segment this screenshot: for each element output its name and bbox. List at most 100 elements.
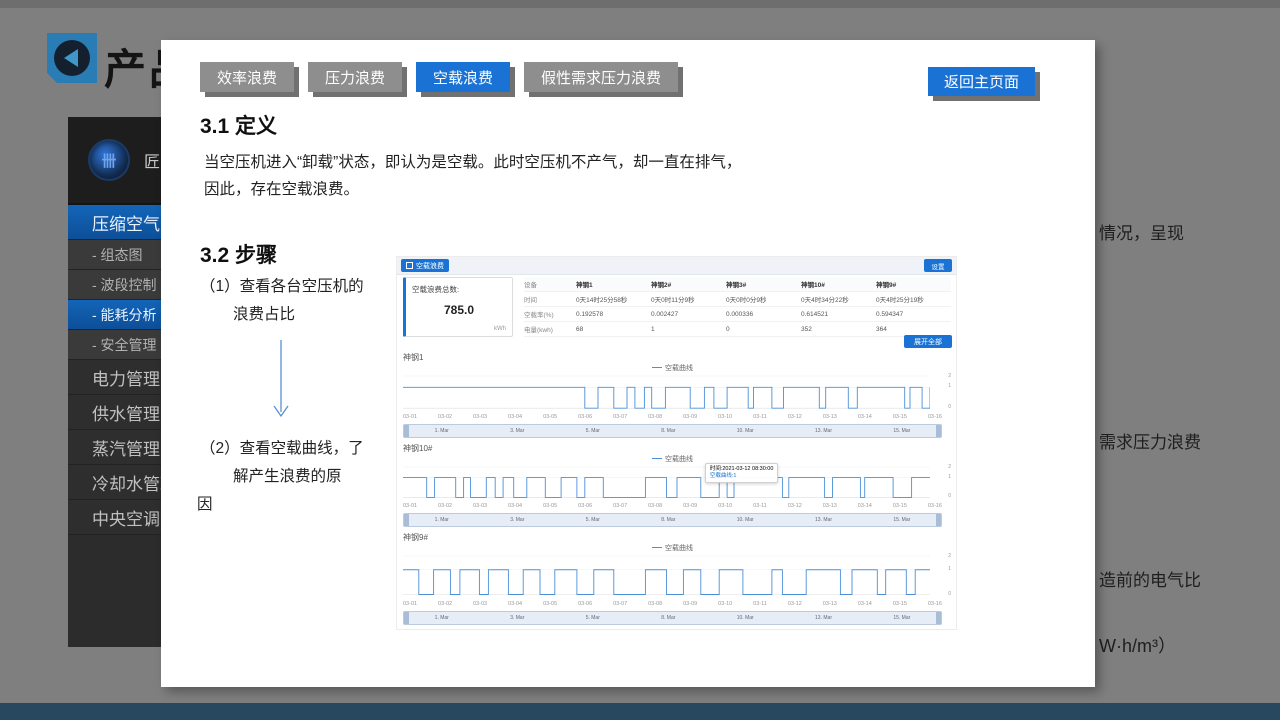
y-axis-tick: 1: [948, 475, 951, 480]
chart-legend[interactable]: 空载曲线: [403, 544, 942, 554]
logo-icon: 卌: [88, 139, 130, 181]
datazoom-label: 3. Mar: [510, 428, 524, 434]
tab-efficiency-waste[interactable]: 效率浪费: [200, 62, 294, 92]
settings-button[interactable]: 设置: [924, 259, 952, 272]
bottom-bar: [0, 703, 1280, 720]
datazoom-label: 15. Mar: [893, 428, 910, 434]
x-axis-tick: 03-07: [613, 502, 627, 510]
screen: 产品 卌 匠 压缩空气 - 组态图 - 波段控制 - 能耗分析 - 安全管理 电…: [0, 0, 1280, 720]
dashboard-header: 空载浪费 设置: [397, 257, 956, 275]
datazoom-label: 8. Mar: [661, 517, 675, 523]
datazoom-label: 8. Mar: [661, 428, 675, 434]
table-cell: 0.000336: [726, 311, 801, 318]
legend-line-icon: [652, 547, 662, 548]
overlay-panel: 效率浪费 压力浪费 空载浪费 假性需求压力浪费 返回主页面 3.1 定义 当空压…: [161, 40, 1095, 687]
y-axis-tick: 1: [948, 384, 951, 389]
datazoom-label: 10. Mar: [737, 517, 754, 523]
legend-line-icon: [652, 367, 662, 368]
table-cell: 0天0时0分9秒: [726, 294, 801, 304]
datazoom-label: 13. Mar: [815, 428, 832, 434]
x-axis-tick: 03-10: [718, 600, 732, 608]
x-axis: 03-0103-0203-0303-0403-0503-0603-0703-08…: [403, 600, 942, 608]
back-arrow-circle: [54, 40, 90, 76]
section-heading-steps: 3.2 步骤: [200, 239, 277, 269]
x-axis-tick: 03-02: [438, 600, 452, 608]
x-axis-tick: 03-11: [753, 502, 767, 510]
back-arrow-icon[interactable]: [47, 33, 97, 83]
x-axis-tick: 03-09: [683, 502, 697, 510]
datazoom-label: 1. Mar: [435, 517, 449, 523]
table-cell: 0.192578: [576, 311, 651, 318]
legend-label: 空载曲线: [665, 365, 693, 372]
datazoom-label: 10. Mar: [737, 428, 754, 434]
unload-curve-chart: 神钢1空载曲线21003-0103-0203-0303-0403-0503-06…: [397, 352, 956, 438]
unload-curve-chart: 神钢9#空载曲线21003-0103-0203-0303-0403-0503-0…: [397, 532, 956, 625]
table-row: 时间 0天14时25分58秒 0天0时11分9秒 0天0时0分9秒 0天4时34…: [524, 292, 951, 307]
y-axis-tick: 2: [948, 554, 951, 559]
table-cell: 时间: [524, 294, 576, 304]
dashboard-screenshot: 空载浪费 设置 空载浪费总数: 785.0 kWh 设备 神钢1 神钢2# 神钢…: [396, 256, 957, 630]
unload-waste-total-card: 空载浪费总数: 785.0 kWh: [403, 277, 513, 337]
x-axis-tick: 03-03: [473, 502, 487, 510]
return-main-page-button[interactable]: 返回主页面: [928, 67, 1035, 96]
table-cell: 0天14时25分58秒: [576, 294, 651, 304]
x-axis-tick: 03-16: [928, 600, 942, 608]
y-axis-tick: 2: [948, 374, 951, 379]
x-axis-tick: 03-02: [438, 502, 452, 510]
datazoom-label: 15. Mar: [893, 615, 910, 621]
unload-waste-badge: 空载浪费: [401, 259, 449, 272]
expand-all-button[interactable]: 展开全部: [904, 335, 952, 348]
background-text-fragment: 情况，呈现: [1099, 219, 1184, 244]
table-cell: 空载率(%): [524, 309, 576, 319]
x-axis-tick: 03-08: [648, 600, 662, 608]
step2-text-line2: 解产生浪费的原: [233, 464, 342, 486]
table-cell: 352: [801, 326, 876, 333]
x-axis-tick: 03-15: [893, 502, 907, 510]
tab-pressure-waste[interactable]: 压力浪费: [308, 62, 402, 92]
x-axis-tick: 03-10: [718, 413, 732, 421]
x-axis-tick: 03-15: [893, 413, 907, 421]
datazoom-slider[interactable]: 1. Mar3. Mar5. Mar8. Mar10. Mar13. Mar15…: [403, 513, 942, 527]
x-axis-tick: 03-16: [928, 413, 942, 421]
x-axis-tick: 03-14: [858, 413, 872, 421]
step1-text: （1）查看各台空压机的: [200, 274, 364, 296]
datazoom-slider[interactable]: 1. Mar3. Mar5. Mar8. Mar10. Mar13. Mar15…: [403, 424, 942, 438]
tooltip-time: 时间:2021-03-12 08:30:00: [710, 466, 774, 473]
x-axis-tick: 03-03: [473, 413, 487, 421]
datazoom-slider[interactable]: 1. Mar3. Mar5. Mar8. Mar10. Mar13. Mar15…: [403, 611, 942, 625]
down-arrow-icon: [271, 340, 291, 422]
x-axis-tick: 03-04: [508, 502, 522, 510]
datazoom-label: 13. Mar: [815, 615, 832, 621]
tab-false-demand-pressure-waste[interactable]: 假性需求压力浪费: [524, 62, 678, 92]
datazoom-label: 1. Mar: [435, 615, 449, 621]
tab-unload-waste[interactable]: 空载浪费: [416, 62, 510, 92]
y-axis-tick: 0: [948, 592, 951, 597]
x-axis-tick: 03-13: [823, 600, 837, 608]
table-cell: 1: [651, 326, 726, 333]
step2-text: （2）查看空载曲线，了: [200, 436, 364, 458]
datazoom-label: 5. Mar: [586, 615, 600, 621]
table-cell: 0.002427: [651, 311, 726, 318]
x-axis-tick: 03-13: [823, 502, 837, 510]
x-axis-tick: 03-05: [543, 600, 557, 608]
background-text-fragment: W·h/m³）: [1099, 632, 1176, 658]
table-row: 电量(kwh) 68 1 0 352 364: [524, 322, 951, 337]
table-cell: 设备: [524, 279, 576, 289]
x-axis-tick: 03-12: [788, 502, 802, 510]
legend-line-icon: [652, 458, 662, 459]
table-cell: 神钢1: [576, 279, 651, 289]
table-cell: 0.614521: [801, 311, 876, 318]
x-axis-tick: 03-14: [858, 502, 872, 510]
datazoom-label: 10. Mar: [737, 615, 754, 621]
badge-label: 空载浪费: [416, 261, 444, 271]
tooltip-value: 空载曲线:1: [710, 473, 774, 480]
x-axis-tick: 03-01: [403, 600, 417, 608]
chart-legend[interactable]: 空载曲线: [403, 364, 942, 374]
left-triangle-icon: [64, 49, 78, 67]
x-axis-tick: 03-07: [613, 600, 627, 608]
chart-legend[interactable]: 空载曲线: [403, 455, 942, 465]
table-cell: 0天4时34分22秒: [801, 294, 876, 304]
datazoom-label: 5. Mar: [586, 517, 600, 523]
x-axis-tick: 03-12: [788, 600, 802, 608]
x-axis-tick: 03-09: [683, 413, 697, 421]
